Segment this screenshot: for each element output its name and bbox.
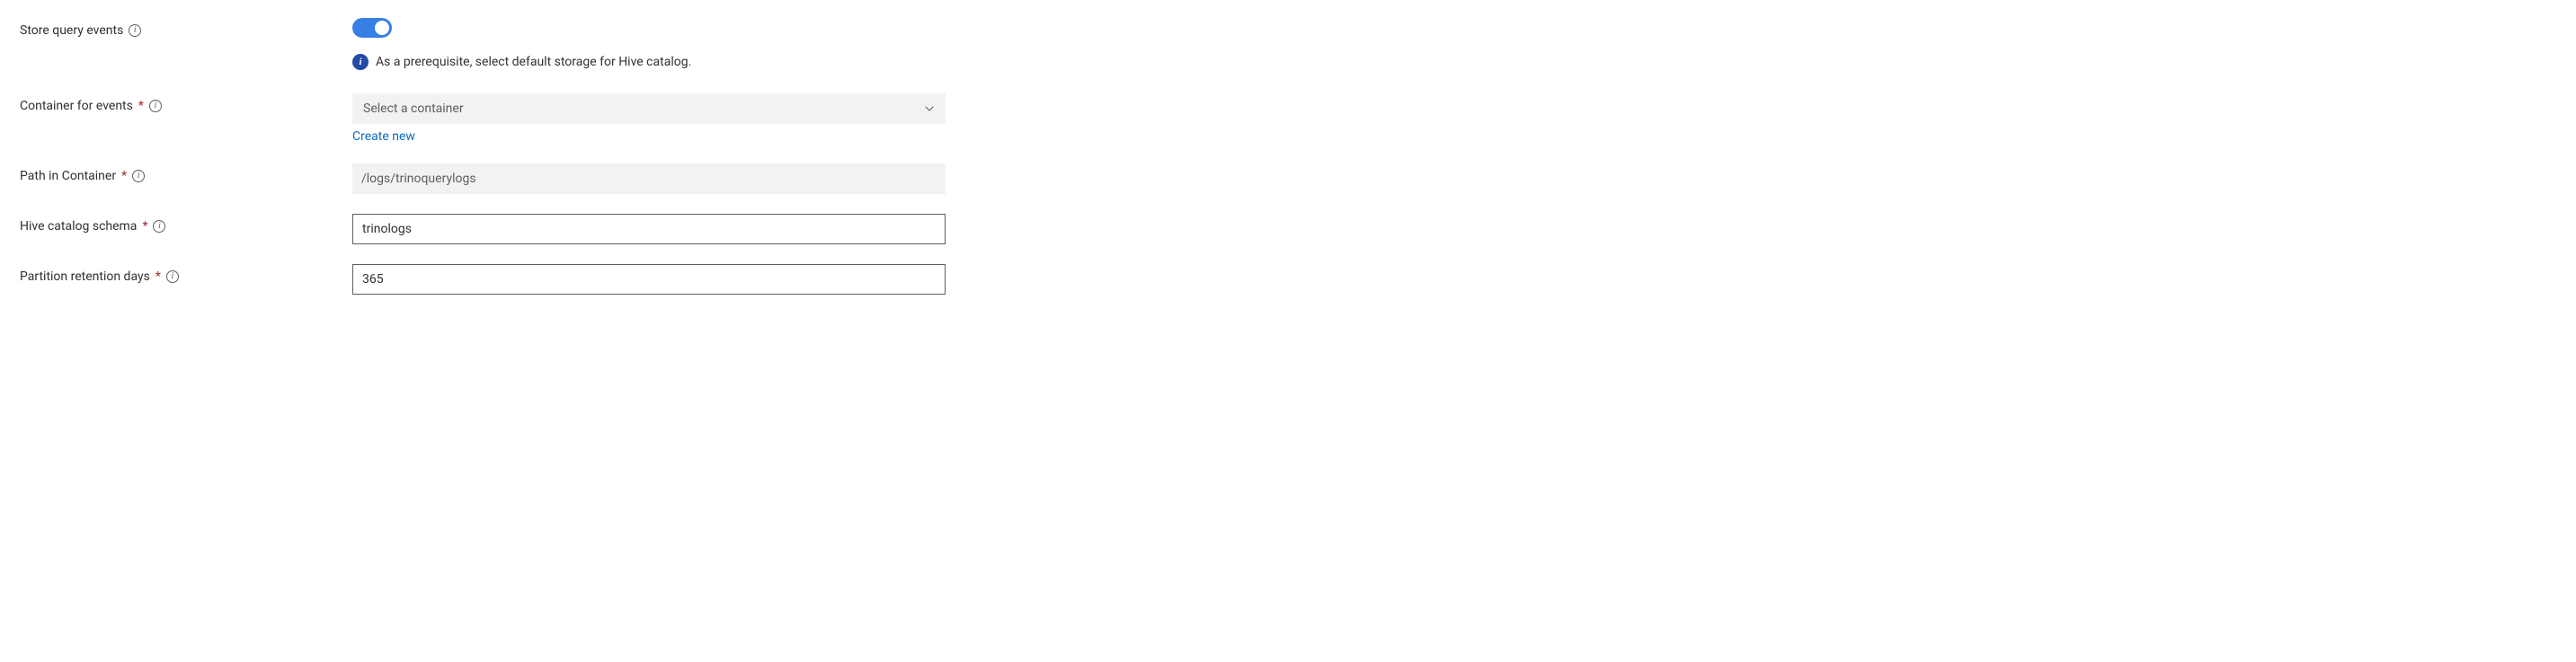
- select-placeholder: Select a container: [363, 102, 464, 116]
- chevron-down-icon: [924, 103, 935, 114]
- label-text: Hive catalog schema: [20, 219, 137, 234]
- info-icon[interactable]: i: [129, 24, 141, 37]
- toggle-knob: [375, 21, 389, 35]
- label-text: Partition retention days: [20, 269, 150, 284]
- field-path-in-container: [352, 163, 946, 194]
- required-asterisk: *: [142, 219, 147, 234]
- info-icon[interactable]: i: [153, 220, 165, 233]
- label-partition-retention-days: Partition retention days * i: [20, 264, 352, 284]
- label-text: Container for events: [20, 99, 133, 113]
- info-icon[interactable]: i: [166, 270, 179, 283]
- row-store-query-events: Store query events i i As a prerequisite…: [20, 18, 933, 86]
- field-partition-retention-days: [352, 264, 946, 295]
- label-text: Path in Container: [20, 169, 116, 183]
- query-events-form: Store query events i i As a prerequisite…: [0, 0, 953, 320]
- label-store-query-events: Store query events i: [20, 18, 352, 38]
- row-container-for-events: Container for events * i Select a contai…: [20, 93, 933, 144]
- hint-text: As a prerequisite, select default storag…: [376, 55, 691, 69]
- prerequisite-hint: i As a prerequisite, select default stor…: [352, 54, 933, 70]
- path-in-container-input[interactable]: [352, 163, 946, 194]
- row-partition-retention-days: Partition retention days * i: [20, 264, 933, 295]
- field-hive-catalog-schema: [352, 214, 946, 244]
- store-query-events-toggle[interactable]: [352, 18, 392, 38]
- label-hive-catalog-schema: Hive catalog schema * i: [20, 214, 352, 234]
- info-badge-icon: i: [352, 54, 369, 70]
- label-container-for-events: Container for events * i: [20, 93, 352, 113]
- info-icon[interactable]: i: [149, 100, 162, 112]
- field-store-query-events: i As a prerequisite, select default stor…: [352, 18, 933, 86]
- info-icon[interactable]: i: [132, 170, 145, 182]
- label-text: Store query events: [20, 23, 123, 38]
- field-container-for-events: Select a container Create new: [352, 93, 946, 144]
- create-new-link[interactable]: Create new: [352, 129, 415, 144]
- row-hive-catalog-schema: Hive catalog schema * i: [20, 214, 933, 244]
- required-asterisk: *: [121, 169, 127, 183]
- label-path-in-container: Path in Container * i: [20, 163, 352, 183]
- required-asterisk: *: [155, 269, 161, 284]
- hive-catalog-schema-input[interactable]: [352, 214, 946, 244]
- partition-retention-days-input[interactable]: [352, 264, 946, 295]
- container-select[interactable]: Select a container: [352, 93, 946, 124]
- required-asterisk: *: [138, 99, 144, 113]
- row-path-in-container: Path in Container * i: [20, 163, 933, 194]
